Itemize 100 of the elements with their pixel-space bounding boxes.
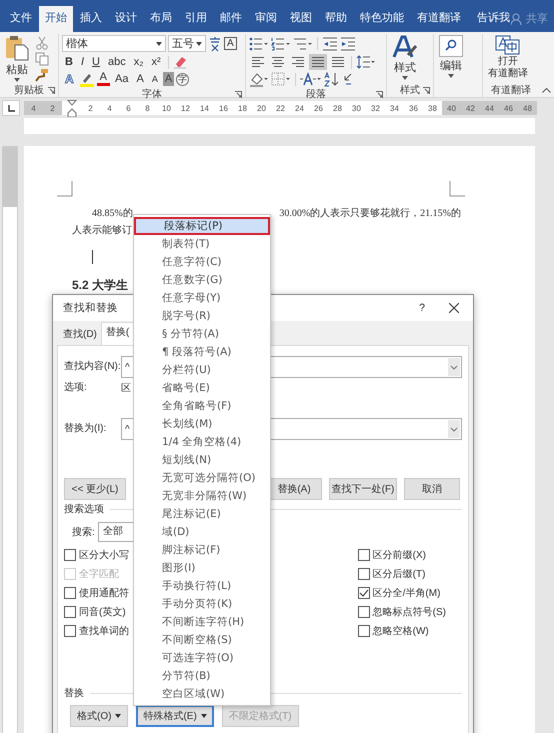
menu-item[interactable]: 不间断空格(S) [134,631,270,649]
menu-item[interactable]: 任意数字(G) [134,271,270,289]
multilevel-list-icon[interactable] [293,36,313,50]
sort-icon[interactable] [324,72,340,86]
format-button[interactable]: A [96,72,110,86]
ribbon-tab[interactable]: 视图 [284,6,318,32]
menu-item[interactable]: 任意字符(C) [134,253,270,271]
menu-item[interactable]: 制表符(T) [134,235,270,253]
format-menu-button[interactable]: 特殊格式(E) [136,705,214,727]
show-marks-icon[interactable] [342,72,354,86]
option-checkbox[interactable]: 查找单词的 [64,621,129,640]
editing-button[interactable]: 编辑 [437,34,465,79]
menu-item[interactable]: 段落标记(P) [134,217,270,235]
ribbon-tab[interactable]: 文件 [4,6,38,32]
option-checkbox[interactable]: 同音(英文) [64,602,129,621]
option-checkbox[interactable]: 忽略标点符号(S) [358,602,446,621]
character-border-button[interactable]: A [224,37,237,50]
menu-item[interactable]: 手动换行符(L) [134,577,270,595]
menu-item[interactable]: 脚注标记(F) [134,541,270,559]
less-button[interactable]: << 更少(L) [64,478,126,500]
menu-item[interactable]: 省略号(E) [134,379,270,397]
dialog-launcher-icon[interactable] [423,87,430,94]
collapse-ribbon-icon[interactable] [542,88,551,93]
asian-layout-icon[interactable] [300,72,322,86]
menu-item[interactable]: 手动分页符(K) [134,595,270,613]
highlighter-icon[interactable] [78,72,95,86]
option-checkbox[interactable]: 使用通配符 [64,583,129,602]
format-button[interactable]: B [62,55,76,69]
translate-button[interactable]: 打开 有道翻译 [486,34,530,81]
eraser-icon[interactable] [172,55,187,69]
menu-item[interactable]: 不间断连字符(H) [134,613,270,631]
menu-item[interactable]: § 分节符(A) [134,325,270,343]
format-menu-button[interactable]: 格式(O) [70,705,128,727]
dialog-launcher-icon[interactable] [48,87,55,94]
ribbon-tab[interactable]: 特色功能 [354,6,410,32]
paintbrush-icon[interactable] [35,68,49,82]
paste-button[interactable]: 粘贴 [3,34,31,83]
indent-marker-icon[interactable] [66,100,76,116]
option-checkbox[interactable]: 区分后缀(T) [358,564,446,583]
shading-icon[interactable] [249,72,269,86]
option-checkbox[interactable]: 区分大小写 [64,545,129,564]
font-size-field[interactable]: 五号 [168,35,206,52]
menu-item[interactable]: 长划线(M) [134,415,270,433]
option-checkbox[interactable]: 忽略空格(W) [358,621,446,640]
dialog-tab[interactable]: 替换( [100,322,134,345]
dialog-button[interactable]: 取消 [404,478,460,500]
format-button[interactable]: 字 [176,72,190,86]
decrease-indent-icon[interactable] [322,36,338,50]
ribbon-tab[interactable]: 帮助 [319,6,353,32]
strikethrough-button[interactable]: abc [104,55,129,69]
ribbon-tab[interactable]: 设计 [109,6,143,32]
menu-item[interactable]: 任意字母(Y) [134,289,270,307]
line-spacing-icon[interactable] [356,55,376,69]
menu-item[interactable]: 分节符(B) [134,667,270,685]
menu-item[interactable]: 脱字号(R) [134,307,270,325]
format-button[interactable]: A [148,72,161,86]
menu-item[interactable]: 域(D) [134,523,270,541]
format-button[interactable]: x₂ [130,55,146,69]
menu-item[interactable]: 可选连字符(O) [134,649,270,667]
ribbon-tab[interactable]: 引用 [179,6,213,32]
menu-item[interactable]: 全角省略号(F) [134,397,270,415]
close-icon[interactable] [449,303,459,313]
dialog-launcher-icon[interactable] [235,91,242,98]
ribbon-tab[interactable]: 开始 [39,6,73,32]
option-checkbox[interactable]: 区分全/半角(M) [358,583,446,602]
ribbon-tab[interactable]: 布局 [144,6,178,32]
bullets-icon[interactable] [249,36,269,50]
menu-item[interactable]: 尾注标记(E) [134,505,270,523]
format-button[interactable]: U [89,55,103,69]
align-center-button[interactable] [269,54,287,70]
font-name-field[interactable]: 楷体 [62,35,166,52]
help-button[interactable]: ? [419,302,425,314]
styles-button[interactable]: 样式 [390,34,420,81]
ribbon-tab[interactable]: 有道翻译 [411,6,467,32]
option-checkbox[interactable]: 区分前缀(X) [358,545,446,564]
dialog-launcher-icon[interactable] [376,91,383,98]
menu-item[interactable]: 图形(I) [134,559,270,577]
increase-indent-icon[interactable] [340,36,356,50]
menu-item[interactable]: 短划线(N) [134,451,270,469]
format-button[interactable]: Aa [112,72,132,86]
tab-selector-icon[interactable] [2,100,20,116]
copy-icon[interactable] [35,52,49,66]
phonetic-guide-icon[interactable] [208,36,222,52]
align-distributed-button[interactable] [329,54,347,70]
scissors-icon[interactable] [35,36,49,50]
dialog-button[interactable]: 查找下一处(F) [329,478,397,500]
dialog-tab[interactable]: 查找(D) [59,325,101,345]
format-button[interactable]: A [133,72,147,86]
menu-item[interactable]: 空白区域(W) [134,685,270,703]
align-justify-button[interactable] [309,54,327,70]
ribbon-tab[interactable]: 审阅 [249,6,283,32]
format-button[interactable]: I [78,55,88,69]
ribbon-tab[interactable]: 插入 [74,6,108,32]
align-left-button[interactable] [249,54,267,70]
menu-item[interactable]: 分栏符(U) [134,361,270,379]
numbering-icon[interactable] [271,36,291,50]
ribbon-tab[interactable]: 邮件 [214,6,248,32]
format-button[interactable]: x² [148,55,164,69]
tell-me-button[interactable]: 告诉我 [477,6,510,32]
align-right-button[interactable] [289,54,307,70]
